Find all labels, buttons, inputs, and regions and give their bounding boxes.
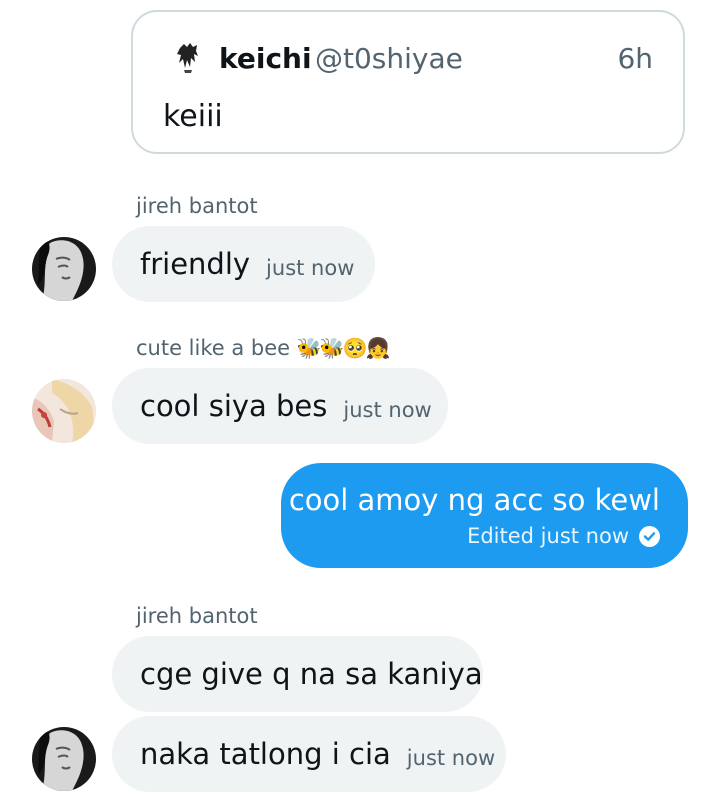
message-bubble[interactable]: cge give q na sa kaniya (112, 636, 483, 712)
sender-avatar[interactable] (32, 727, 96, 791)
message-text: cool siya bes (140, 389, 328, 423)
sender-avatar[interactable] (32, 379, 96, 443)
quoted-post-time: 6h (617, 42, 653, 75)
message-text: friendly (140, 247, 251, 281)
sender-name: jireh bantot (136, 604, 258, 628)
quoted-author-handle[interactable]: @t0shiyae (315, 43, 463, 75)
message-text: cool amoy ng acc so kewl (288, 483, 660, 517)
check-circle-icon (639, 525, 660, 547)
sender-name-emoji: 🐝🐝🥺👧 (296, 336, 391, 360)
message-timestamp: just now (266, 256, 355, 280)
message-timestamp: just now (406, 746, 496, 770)
message-status: Edited just now (467, 523, 660, 549)
message-bubble[interactable]: cool siya bes just now (112, 368, 448, 444)
quoted-post-card[interactable]: keichi @t0shiyae 6h keiii (131, 10, 685, 154)
message-timestamp: just now (343, 398, 432, 422)
outgoing-message-bubble[interactable]: cool amoy ng acc so kewl Edited just now (281, 463, 688, 568)
sender-name: cute like a bee 🐝🐝🥺👧 (136, 335, 391, 361)
sender-name: jireh bantot (136, 194, 258, 218)
message-bubble[interactable]: naka tatlong i cia just now (112, 716, 506, 792)
message-text: naka tatlong i cia (140, 737, 391, 771)
quoted-author-avatar (173, 42, 203, 74)
message-bubble[interactable]: friendly just now (112, 226, 375, 302)
message-text: cge give q na sa kaniya (140, 657, 483, 691)
quoted-post-text: keiii (163, 99, 223, 134)
sender-avatar[interactable] (32, 237, 96, 301)
quoted-author-name[interactable]: keichi (219, 43, 312, 75)
message-status-text: Edited just now (467, 524, 629, 548)
sender-name-text: cute like a bee (136, 336, 291, 360)
